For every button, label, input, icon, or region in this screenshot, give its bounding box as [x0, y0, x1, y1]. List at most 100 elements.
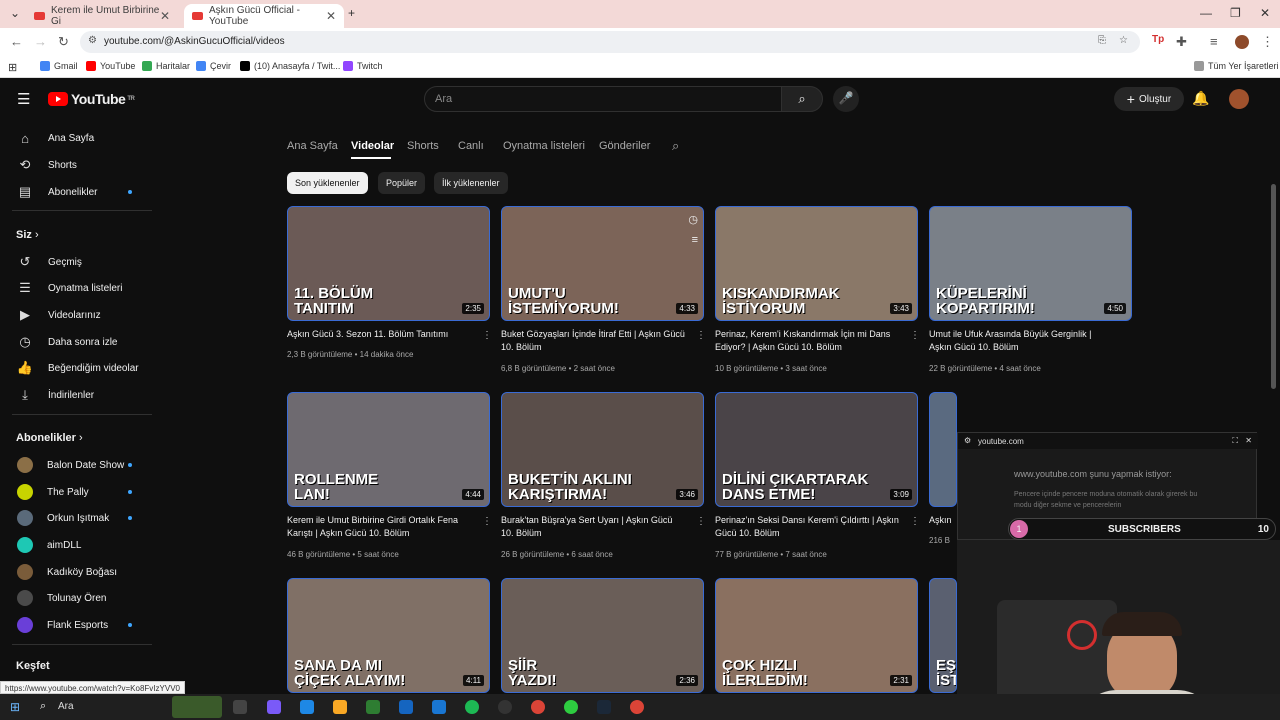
- more-actions-icon[interactable]: ⋮: [910, 330, 920, 341]
- chrome-icon[interactable]: [531, 700, 545, 714]
- tab-videos[interactable]: Videolar: [351, 140, 394, 152]
- bookmark-translate[interactable]: Çevir: [196, 61, 231, 71]
- sidebar-item-subscriptions[interactable]: ▤ Abonelikler: [0, 179, 160, 205]
- close-tab-icon[interactable]: ✕: [160, 9, 170, 23]
- sidebar-item-shorts[interactable]: ⟲ Shorts: [0, 152, 160, 178]
- sidebar-item-history[interactable]: ↺ Geçmiş: [0, 249, 160, 275]
- obs-icon[interactable]: [498, 700, 512, 714]
- tab-shorts[interactable]: Shorts: [407, 140, 439, 152]
- watch-later-icon[interactable]: ◷: [688, 213, 698, 226]
- app-icon[interactable]: [432, 700, 446, 714]
- video-thumbnail[interactable]: DİLİNİ ÇIKARTARAK DANS ETME! 3:09: [715, 392, 918, 507]
- chip-latest[interactable]: Son yüklenenler: [287, 172, 368, 194]
- video-thumbnail[interactable]: BUKET'İN AKLINI KARIŞTIRMA! 3:46: [501, 392, 704, 507]
- subscription-item[interactable]: Flank Esports: [0, 612, 160, 638]
- store-icon[interactable]: [366, 700, 380, 714]
- add-to-queue-icon[interactable]: ≡: [692, 234, 698, 246]
- sidebar-item-watch-later[interactable]: ◷ Daha sonra izle: [0, 329, 160, 355]
- video-title[interactable]: Buket Gözyaşları İçinde İtiraf Etti | Aş…: [501, 328, 686, 354]
- copilot-icon[interactable]: [267, 700, 281, 714]
- windows-start-icon[interactable]: ⊞: [10, 700, 20, 714]
- video-thumbnail[interactable]: SANA DA MI ÇİÇEK ALAYIM! 4:11: [287, 578, 490, 693]
- expand-icon[interactable]: ⛶: [1232, 436, 1238, 446]
- edge-icon[interactable]: [300, 700, 314, 714]
- close-icon[interactable]: ✕: [1245, 436, 1252, 445]
- sidebar-item-your-videos[interactable]: ▶ Videolarınız: [0, 302, 160, 328]
- more-actions-icon[interactable]: ⋮: [910, 516, 920, 527]
- subscription-item[interactable]: Orkun Işıtmak: [0, 505, 160, 531]
- video-title[interactable]: Kerem ile Umut Birbirine Girdi Ortalık F…: [287, 514, 472, 540]
- sidebar-item-liked[interactable]: 👍 Beğendiğim videolar: [0, 355, 160, 381]
- tab-live[interactable]: Canlı: [458, 140, 484, 152]
- site-info-icon[interactable]: ⚙: [88, 35, 97, 46]
- sidebar-item-playlists[interactable]: ☰ Oynatma listeleri: [0, 275, 160, 301]
- you-section-header[interactable]: Siz ›: [16, 229, 39, 241]
- bookmark-maps[interactable]: Haritalar: [142, 61, 190, 71]
- channel-search-icon[interactable]: ⌕: [672, 138, 679, 154]
- subscriptions-section-header[interactable]: Abonelikler ›: [16, 432, 83, 444]
- app-icon[interactable]: [564, 700, 578, 714]
- steam-icon[interactable]: [597, 700, 611, 714]
- sidebar-item-home[interactable]: ⌂ Ana Sayfa: [0, 125, 160, 151]
- bookmark-gmail[interactable]: Gmail: [40, 61, 78, 71]
- tab-home[interactable]: Ana Sayfa: [287, 140, 338, 152]
- close-window-icon[interactable]: ✕: [1260, 6, 1270, 20]
- youtube-logo[interactable]: YouTube TR: [48, 91, 135, 107]
- browser-menu-icon[interactable]: ⋮: [1261, 34, 1274, 50]
- new-tab-icon[interactable]: +: [348, 6, 355, 20]
- hamburger-menu-icon[interactable]: ☰: [17, 90, 30, 108]
- video-thumbnail[interactable]: UMUT'U İSTEMİYORUM! 4:33 ◷ ≡: [501, 206, 704, 321]
- bookmark-star-icon[interactable]: ☆: [1119, 35, 1128, 46]
- reload-icon[interactable]: ↻: [58, 34, 69, 50]
- subscription-item[interactable]: The Pally: [0, 479, 160, 505]
- voice-search-button[interactable]: 🎤: [833, 86, 859, 112]
- tab-search-icon[interactable]: ⌄: [10, 6, 20, 20]
- search-input[interactable]: Ara: [424, 86, 782, 112]
- bookmark-twitch[interactable]: Twitch: [343, 61, 383, 71]
- video-title[interactable]: Perinaz'ın Seksi Dansı Kerem'i Çıldırttı…: [715, 514, 900, 540]
- notifications-bell-icon[interactable]: 🔔: [1192, 90, 1209, 107]
- profile-avatar[interactable]: [1235, 35, 1249, 49]
- create-button[interactable]: + Oluştur: [1114, 87, 1184, 111]
- video-thumbnail[interactable]: [929, 392, 957, 507]
- video-thumbnail[interactable]: EŞİST: [929, 578, 957, 693]
- more-actions-icon[interactable]: ⋮: [696, 330, 706, 341]
- extension-icon[interactable]: Tp: [1152, 34, 1164, 45]
- subscription-item[interactable]: aimDLL: [0, 532, 160, 558]
- close-tab-icon[interactable]: ✕: [326, 9, 336, 23]
- more-actions-icon[interactable]: ⋮: [696, 516, 706, 527]
- outlook-icon[interactable]: [399, 700, 413, 714]
- video-thumbnail[interactable]: 11. BÖLÜM TANITIM 2:35: [287, 206, 490, 321]
- video-title[interactable]: Aşkın Gücü 3. Sezon 11. Bölüm Tanıtımı: [287, 328, 472, 341]
- browser-tab-2[interactable]: Aşkın Gücü Official - YouTube ✕: [184, 4, 344, 28]
- video-thumbnail[interactable]: ÇOK HIZLI İLERLEDİM! 2:31: [715, 578, 918, 693]
- media-control-icon[interactable]: ≡: [1210, 34, 1218, 49]
- url-field[interactable]: ⚙ youtube.com/@AskinGucuOfficial/videos …: [80, 31, 1140, 53]
- taskbar-search-label[interactable]: Ara: [58, 701, 74, 712]
- restore-icon[interactable]: ❐: [1230, 6, 1241, 20]
- all-bookmarks[interactable]: Tüm Yer İşaretleri: [1194, 61, 1279, 71]
- page-scrollbar[interactable]: [1271, 184, 1276, 389]
- video-thumbnail[interactable]: ROLLENME LAN! 4:44: [287, 392, 490, 507]
- spotify-icon[interactable]: [465, 700, 479, 714]
- back-icon[interactable]: ←: [10, 34, 23, 49]
- bookmark-youtube[interactable]: YouTube: [86, 61, 135, 71]
- video-thumbnail[interactable]: KÜPELERİNİ KOPARTIRIM! 4:50: [929, 206, 1132, 321]
- forward-icon[interactable]: →: [34, 34, 47, 49]
- taskbar-search-icon[interactable]: ⌕: [40, 700, 46, 713]
- video-title[interactable]: Burak'tan Büşra'ya Sert Uyarı | Aşkın Gü…: [501, 514, 686, 540]
- video-thumbnail[interactable]: ŞİİR YAZDI! 2:36: [501, 578, 704, 693]
- file-explorer-icon[interactable]: [333, 700, 347, 714]
- chip-oldest[interactable]: İlk yüklenenler: [434, 172, 508, 194]
- search-button[interactable]: ⌕: [781, 86, 823, 112]
- video-title[interactable]: Umut ile Ufuk Arasında Büyük Gerginlik |…: [929, 328, 1114, 354]
- video-thumbnail[interactable]: KISKANDIRMAK İSTİYORUM 3:43: [715, 206, 918, 321]
- apps-grid-icon[interactable]: ⊞: [8, 61, 17, 74]
- browser-tab-1[interactable]: Kerem ile Umut Birbirine Gi ✕: [26, 4, 178, 28]
- subscription-item[interactable]: Tolunay Ören: [0, 585, 160, 611]
- install-icon[interactable]: ⎘: [1098, 35, 1106, 46]
- video-title[interactable]: Perinaz, Kerem'i Kıskandırmak İçin mi Da…: [715, 328, 900, 354]
- extensions-puzzle-icon[interactable]: ✚: [1176, 34, 1187, 50]
- subscription-item[interactable]: Kadıköy Boğası: [0, 559, 160, 585]
- subscription-item[interactable]: Balon Date Show: [0, 452, 160, 478]
